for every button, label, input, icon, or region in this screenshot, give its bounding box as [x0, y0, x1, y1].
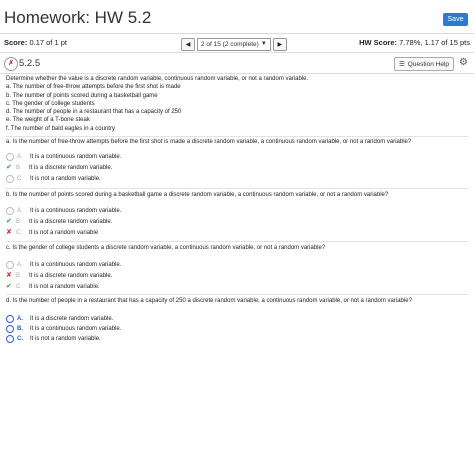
part-c-option-c[interactable]: ✔ C. It is not a random variable.: [6, 282, 100, 292]
part-d-question: d. Is the number of people in a restaura…: [6, 298, 412, 304]
radio-button[interactable]: [6, 325, 14, 333]
intro-item: d. The number of people in a restaurant …: [6, 109, 182, 116]
option-text: It is not a random variable.: [29, 284, 100, 290]
x-mark-icon: ✘: [6, 229, 12, 236]
part-d-option-c[interactable]: C. It is not a random variable.: [6, 334, 101, 344]
option-letter: B.: [16, 165, 22, 171]
part-b-option-c[interactable]: ✘ C. It is not a random variable: [6, 228, 98, 238]
save-button[interactable]: Save: [443, 13, 468, 26]
question-select-label: 2 of 15 (2 complete): [201, 40, 259, 48]
radio-button[interactable]: [6, 335, 14, 343]
option-letter: C.: [17, 336, 23, 342]
option-letter: A.: [17, 262, 23, 268]
option-text: It is a discrete random variable.: [29, 219, 113, 225]
chevron-left-icon: ◀: [185, 41, 191, 48]
part-c-option-a[interactable]: A. It is a continuous random variable.: [6, 260, 121, 270]
check-icon: ✔: [6, 283, 12, 290]
part-b-question: b. Is the number of points scored during…: [6, 192, 389, 198]
radio-button[interactable]: [6, 175, 14, 183]
prev-question-button[interactable]: ◀: [181, 37, 195, 51]
intro-item: e. The weight of a T-bone steak: [6, 117, 90, 124]
option-letter: C.: [17, 176, 23, 182]
part-a-option-b[interactable]: ✔ B. It is a discrete random variable.: [6, 163, 112, 173]
hw-score-label: HW Score:: [359, 38, 398, 47]
option-letter: A.: [17, 208, 23, 214]
part-a-option-c[interactable]: C. It is not a random variable.: [6, 174, 101, 184]
option-text: It is a discrete random variable.: [29, 273, 113, 279]
check-icon: ✔: [6, 164, 12, 171]
option-letter: C.: [16, 230, 22, 236]
page-title: Homework: HW 5.2: [4, 8, 152, 27]
part-d-option-b[interactable]: B. It is a continuous random variable.: [6, 324, 121, 334]
option-text: It is a discrete random variable.: [29, 165, 113, 171]
score: Score: 0.17 of 1 pt: [4, 38, 67, 47]
part-a-question: a. Is the number of free-throw attempts …: [6, 139, 412, 145]
part-b-option-a[interactable]: A. It is a continuous random variable.: [6, 206, 121, 216]
option-text: It is a discrete random variable.: [30, 316, 114, 322]
option-letter: A.: [17, 154, 23, 160]
next-question-button[interactable]: ▶: [272, 37, 287, 51]
option-text: It is not a random variable.: [30, 336, 101, 342]
incorrect-icon: ✗: [4, 57, 18, 71]
option-text: It is a continuous random variable.: [30, 154, 122, 160]
option-text: It is a continuous random variable.: [30, 326, 122, 332]
divider: [6, 188, 468, 189]
intro-prompt: Determine whether the value is a discret…: [6, 76, 309, 82]
header: Homework: HW 5.2 Save: [0, 0, 474, 34]
option-text: It is not a random variable: [29, 230, 99, 236]
divider: [6, 241, 468, 242]
intro-item: a. The number of free-throw attempts bef…: [6, 84, 181, 91]
option-letter: C.: [16, 284, 22, 290]
hw-score-value: 7.78%, 1.17 of 15 pts: [399, 38, 470, 47]
option-text: It is not a random variable.: [30, 176, 101, 182]
divider: [6, 136, 468, 137]
hw-score: HW Score: 7.78%, 1.17 of 15 pts: [359, 38, 470, 47]
list-icon: ☰: [398, 61, 405, 68]
option-letter: A.: [17, 316, 23, 322]
score-value: 0.17 of 1 pt: [29, 38, 67, 47]
radio-button[interactable]: [6, 261, 14, 269]
question-intro: Determine whether the value is a discret…: [6, 75, 468, 133]
score-bar: Score: 0.17 of 1 pt ◀ 2 of 15 (2 complet…: [0, 34, 474, 53]
part-d-option-a[interactable]: A. It is a discrete random variable.: [6, 314, 113, 324]
question-bar: ✗ 5.2.5 ☰ Question Help ⚙: [0, 53, 474, 74]
chevron-down-icon: ▼: [260, 41, 267, 47]
radio-button[interactable]: [6, 153, 14, 161]
question-number: 5.2.5: [19, 58, 41, 69]
question-help-button[interactable]: ☰ Question Help: [393, 57, 454, 71]
intro-item: b. The number of points scored during a …: [6, 92, 158, 99]
question-select[interactable]: 2 of 15 (2 complete) ▼: [197, 37, 271, 51]
part-b-option-b[interactable]: ✔ B. It is a discrete random variable.: [6, 217, 112, 227]
score-label: Score:: [4, 38, 28, 47]
radio-button[interactable]: [6, 315, 14, 323]
option-letter: B.: [17, 326, 23, 332]
part-c-option-b[interactable]: ✘ B. It is a discrete random variable.: [6, 271, 112, 281]
chevron-right-icon: ▶: [277, 41, 283, 48]
intro-item: c. The gender of college students: [6, 100, 95, 107]
option-text: It is a continuous random variable.: [30, 208, 122, 214]
question-nav: ◀ 2 of 15 (2 complete) ▼ ▶: [181, 37, 287, 51]
option-text: It is a continuous random variable.: [30, 262, 122, 268]
radio-button[interactable]: [6, 207, 14, 215]
option-letter: B.: [16, 273, 22, 279]
part-a-option-a[interactable]: A. It is a continuous random variable.: [6, 152, 121, 162]
x-mark-icon: ✘: [6, 272, 12, 279]
gear-icon[interactable]: ⚙: [459, 58, 468, 68]
question-help-label: Question Help: [407, 60, 449, 68]
check-icon: ✔: [6, 218, 12, 225]
part-c-question: c. Is the gender of college students a d…: [6, 245, 326, 251]
divider: [6, 294, 468, 295]
intro-item: f. The number of bald eagles in a countr…: [6, 125, 115, 132]
option-letter: B.: [16, 219, 22, 225]
